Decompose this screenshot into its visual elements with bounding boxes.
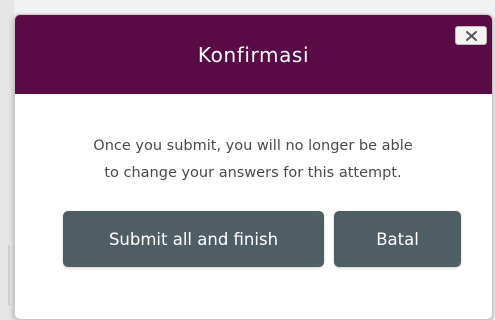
- confirmation-dialog: Konfirmasi Once you submit, you will no …: [14, 14, 493, 320]
- backdrop-divider: [8, 245, 10, 305]
- dialog-title: Konfirmasi: [197, 43, 310, 67]
- backdrop-edge: [0, 0, 14, 320]
- close-icon: [466, 31, 477, 41]
- submit-all-button[interactable]: Submit all and finish: [63, 211, 324, 267]
- dialog-header: Konfirmasi: [15, 15, 492, 94]
- cancel-button[interactable]: Batal: [334, 211, 461, 267]
- dialog-message: Once you submit, you will no longer be a…: [43, 133, 463, 187]
- close-button[interactable]: [455, 26, 487, 45]
- dialog-message-line-2: to change your answers for this attempt.: [104, 165, 402, 181]
- dialog-message-line-1: Once you submit, you will no longer be a…: [93, 138, 413, 154]
